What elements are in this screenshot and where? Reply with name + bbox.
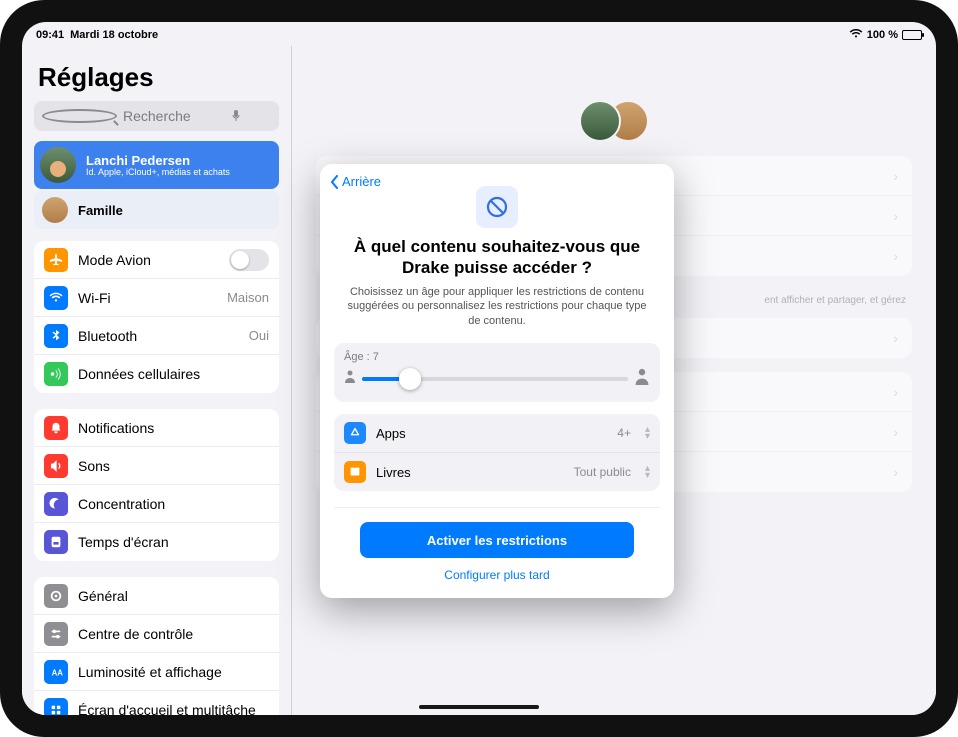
content-type-apps[interactable]: Apps 4+ ▴▾ <box>334 414 660 453</box>
app-store-icon <box>344 422 366 444</box>
sidebar-item-wifi[interactable]: Wi-Fi Maison <box>34 279 279 317</box>
airplane-toggle[interactable] <box>229 249 269 271</box>
avatar <box>40 147 76 183</box>
sidebar-item-label: Données cellulaires <box>78 366 269 382</box>
books-icon <box>344 461 366 483</box>
chevron-right-icon: › <box>893 384 898 400</box>
sidebar-item-label: Général <box>78 588 269 604</box>
sidebar-item-bluetooth[interactable]: Bluetooth Oui <box>34 317 279 355</box>
chevron-right-icon: › <box>893 464 898 480</box>
sidebar-item-label: Temps d'écran <box>78 534 269 550</box>
content-type-label: Apps <box>376 426 607 441</box>
family-row[interactable]: Famille <box>34 191 279 229</box>
svg-text:AA: AA <box>52 668 63 677</box>
content-type-label: Livres <box>376 465 564 480</box>
sidebar-item-sounds[interactable]: Sons <box>34 447 279 485</box>
chevron-right-icon: › <box>893 168 898 184</box>
person-small-icon <box>344 369 356 388</box>
sidebar-item-value: Maison <box>227 290 269 305</box>
chevron-right-icon: › <box>893 330 898 346</box>
sidebar-item-label: Luminosité et affichage <box>78 664 269 680</box>
family-avatars <box>316 100 912 142</box>
configure-later-button[interactable]: Configurer plus tard <box>444 568 549 582</box>
control-center-icon <box>44 622 68 646</box>
family-avatar <box>42 197 68 223</box>
settings-sidebar: Réglages Recherche Lanchi Pedersen Id. A… <box>22 46 292 715</box>
sounds-icon <box>44 454 68 478</box>
home-indicator[interactable] <box>419 705 539 709</box>
sidebar-item-display[interactable]: AA Luminosité et affichage <box>34 653 279 691</box>
sidebar-item-cellular[interactable]: Données cellulaires <box>34 355 279 393</box>
bluetooth-icon <box>44 324 68 348</box>
status-time: 09:41 <box>36 29 64 41</box>
sidebar-item-label: Notifications <box>78 420 269 436</box>
gear-icon <box>44 584 68 608</box>
battery-text: 100 % <box>867 29 898 41</box>
wifi-icon <box>44 286 68 310</box>
sidebar-item-value: Oui <box>249 328 269 343</box>
sidebar-item-label: Sons <box>78 458 269 474</box>
display-icon: AA <box>44 660 68 684</box>
airplane-icon <box>44 248 68 272</box>
person-large-icon <box>634 367 650 390</box>
sidebar-item-general[interactable]: Général <box>34 577 279 615</box>
sidebar-item-label: Centre de contrôle <box>78 626 269 642</box>
search-placeholder: Recherche <box>123 108 194 124</box>
focus-icon <box>44 492 68 516</box>
activate-restrictions-button[interactable]: Activer les restrictions <box>360 522 634 558</box>
sidebar-item-control-center[interactable]: Centre de contrôle <box>34 615 279 653</box>
age-slider[interactable] <box>362 377 628 381</box>
age-slider-card: Âge : 7 <box>334 343 660 402</box>
status-date: Mardi 18 octobre <box>70 29 158 41</box>
modal-title: À quel contenu souhaitez-vous que Drake … <box>334 236 660 279</box>
back-button[interactable]: Arrière <box>330 174 381 189</box>
sidebar-item-notifications[interactable]: Notifications <box>34 409 279 447</box>
sidebar-item-label: Écran d'accueil et multitâche <box>78 702 269 715</box>
stepper-icon: ▴▾ <box>645 426 650 440</box>
modal-subtitle: Choisissez un âge pour appliquer les res… <box>334 285 660 330</box>
search-input[interactable]: Recherche <box>34 101 279 131</box>
sidebar-item-label: Bluetooth <box>78 328 239 344</box>
battery-icon <box>902 30 922 40</box>
content-type-books[interactable]: Livres Tout public ▴▾ <box>334 453 660 491</box>
chevron-right-icon: › <box>893 208 898 224</box>
sidebar-item-focus[interactable]: Concentration <box>34 485 279 523</box>
search-icon <box>42 109 117 123</box>
slider-thumb[interactable] <box>399 368 421 390</box>
age-label: Âge : 7 <box>344 351 650 363</box>
content-type-value: 4+ <box>617 426 631 440</box>
dictation-icon[interactable] <box>200 109 271 123</box>
status-bar: 09:41 Mardi 18 octobre 100 % <box>36 26 922 44</box>
sidebar-item-home-screen[interactable]: Écran d'accueil et multitâche <box>34 691 279 715</box>
screentime-icon <box>44 530 68 554</box>
content-restrictions-modal: Arrière À quel contenu souhaitez-vous qu… <box>320 164 674 598</box>
apple-id-row[interactable]: Lanchi Pedersen Id. Apple, iCloud+, médi… <box>34 141 279 189</box>
sidebar-item-screentime[interactable]: Temps d'écran <box>34 523 279 561</box>
sidebar-item-label: Wi-Fi <box>78 290 217 306</box>
chevron-right-icon: › <box>893 424 898 440</box>
content-type-value: Tout public <box>574 465 631 479</box>
home-screen-icon <box>44 698 68 715</box>
wifi-icon <box>849 28 863 42</box>
stepper-icon: ▴▾ <box>645 465 650 479</box>
sidebar-item-label: Concentration <box>78 496 269 512</box>
family-label: Famille <box>78 203 123 218</box>
sidebar-item-label: Mode Avion <box>78 252 219 268</box>
account-name: Lanchi Pedersen <box>86 153 230 168</box>
account-sub: Id. Apple, iCloud+, médias et achats <box>86 168 230 178</box>
notifications-icon <box>44 416 68 440</box>
back-label: Arrière <box>342 174 381 189</box>
chevron-right-icon: › <box>893 248 898 264</box>
sidebar-item-airplane-mode[interactable]: Mode Avion <box>34 241 279 279</box>
chevron-left-icon <box>330 175 340 189</box>
settings-title: Réglages <box>38 62 275 93</box>
cellular-icon <box>44 362 68 386</box>
restriction-icon <box>476 186 518 228</box>
content-types-list: Apps 4+ ▴▾ Livres Tout public ▴▾ <box>334 414 660 491</box>
